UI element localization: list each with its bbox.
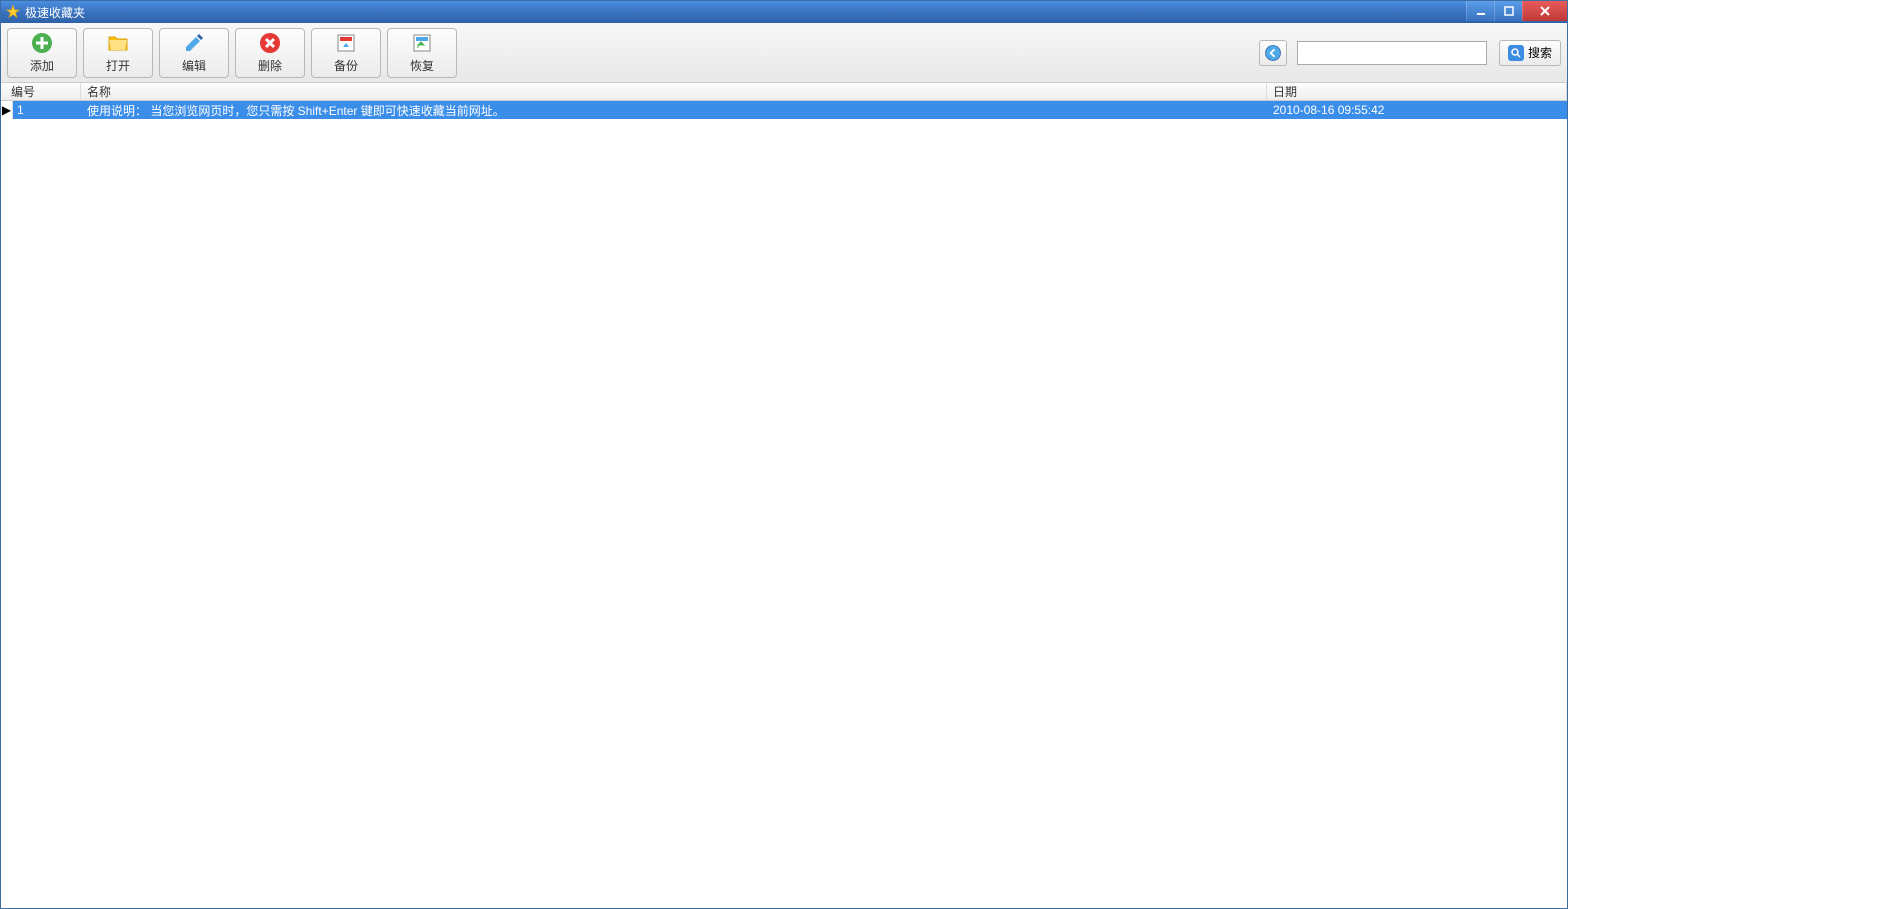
folder-icon bbox=[106, 31, 130, 55]
edit-button[interactable]: 编辑 bbox=[159, 28, 229, 78]
column-number[interactable]: 编号 bbox=[1, 83, 81, 100]
cell-number: 1 bbox=[13, 103, 81, 117]
search-label: 搜索 bbox=[1528, 44, 1552, 61]
back-button[interactable] bbox=[1259, 40, 1287, 66]
backup-button[interactable]: 备份 bbox=[311, 28, 381, 78]
restore-icon bbox=[410, 31, 434, 55]
star-icon bbox=[5, 4, 21, 20]
search-input[interactable] bbox=[1297, 41, 1487, 65]
back-arrow-icon bbox=[1264, 44, 1282, 62]
search-icon bbox=[1508, 45, 1524, 61]
open-label: 打开 bbox=[106, 57, 130, 74]
close-button[interactable] bbox=[1522, 1, 1567, 21]
backup-label: 备份 bbox=[334, 57, 358, 74]
cell-name: 使用说明： 当您浏览网页时，您只需按 Shift+Enter 键即可快速收藏当前… bbox=[81, 102, 1267, 119]
table-row[interactable]: ▶ 1 使用说明： 当您浏览网页时，您只需按 Shift+Enter 键即可快速… bbox=[1, 101, 1567, 119]
restore-label: 恢复 bbox=[410, 57, 434, 74]
window-controls bbox=[1466, 1, 1567, 21]
row-indicator-icon: ▶ bbox=[1, 101, 13, 119]
edit-label: 编辑 bbox=[182, 57, 206, 74]
delete-label: 删除 bbox=[258, 57, 282, 74]
backup-icon bbox=[334, 31, 358, 55]
open-button[interactable]: 打开 bbox=[83, 28, 153, 78]
delete-button[interactable]: 删除 bbox=[235, 28, 305, 78]
restore-button[interactable]: 恢复 bbox=[387, 28, 457, 78]
column-name[interactable]: 名称 bbox=[81, 83, 1267, 100]
delete-icon bbox=[258, 31, 282, 55]
column-date[interactable]: 日期 bbox=[1267, 83, 1567, 100]
app-window: 极速收藏夹 添加 打开 bbox=[0, 0, 1568, 909]
minimize-button[interactable] bbox=[1466, 1, 1494, 21]
titlebar[interactable]: 极速收藏夹 bbox=[1, 1, 1567, 23]
search-button[interactable]: 搜索 bbox=[1499, 40, 1561, 66]
cell-date: 2010-08-16 09:55:42 bbox=[1267, 103, 1567, 117]
toolbar: 添加 打开 编辑 删除 bbox=[1, 23, 1567, 83]
add-label: 添加 bbox=[30, 57, 54, 74]
add-button[interactable]: 添加 bbox=[7, 28, 77, 78]
table-body[interactable]: ▶ 1 使用说明： 当您浏览网页时，您只需按 Shift+Enter 键即可快速… bbox=[1, 101, 1567, 908]
window-title: 极速收藏夹 bbox=[25, 4, 85, 21]
table-header: 编号 名称 日期 bbox=[1, 83, 1567, 101]
add-icon bbox=[30, 31, 54, 55]
maximize-button[interactable] bbox=[1494, 1, 1522, 21]
edit-icon bbox=[182, 31, 206, 55]
